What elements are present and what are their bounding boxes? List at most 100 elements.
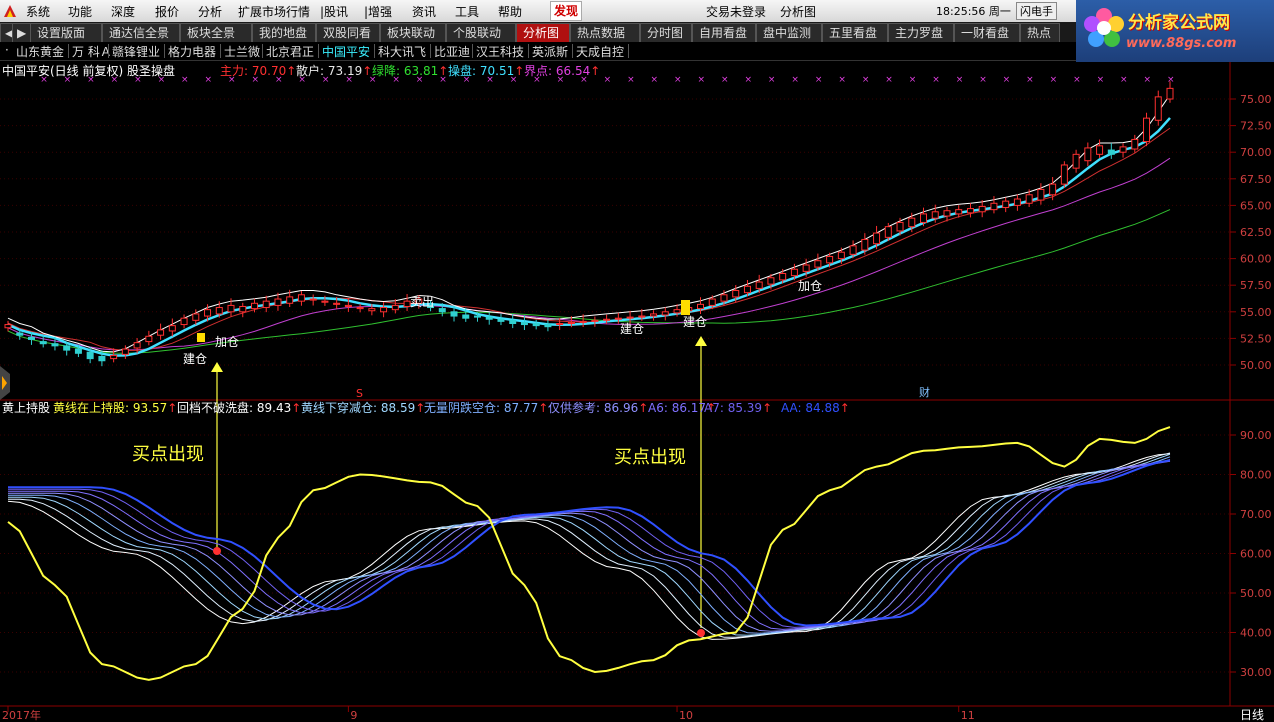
candle[interactable] xyxy=(1060,161,1068,188)
x-tick-label: 10 xyxy=(679,709,693,722)
tab-next-button[interactable]: ▶ xyxy=(12,23,32,42)
trade-status[interactable]: 交易未登录 xyxy=(706,3,766,20)
signal-x-mark: × xyxy=(1003,75,1011,85)
app-logo-icon xyxy=(4,5,16,17)
buy-label-1: 买点出现 xyxy=(132,444,204,465)
tab-14[interactable]: 一财看盘 xyxy=(954,23,1020,42)
y-tick-label: 60.00 xyxy=(1240,253,1272,266)
main-price-panel[interactable] xyxy=(0,62,1230,400)
y-tick-label: 40.00 xyxy=(1240,627,1272,640)
label-jiancang-3: 建仓 xyxy=(683,315,707,329)
menu-enhance[interactable]: |增强 xyxy=(364,3,392,20)
stock-4[interactable]: 士兰微 xyxy=(224,43,260,60)
sub-indicator-7: AA: 84.88↑ xyxy=(781,401,850,415)
candle[interactable] xyxy=(1143,112,1151,147)
layout-tab-bar: ◀ ▶ 设置版面 通达信全景 板块全景 我的地盘 双股同看 板块联动 个股联动 分析图 热点数据… xyxy=(0,22,1076,43)
y-tick-label: 67.50 xyxy=(1240,173,1272,186)
menu-quote[interactable]: 报价 xyxy=(155,3,179,20)
tab-4[interactable]: 双股同看 xyxy=(316,23,380,42)
period-label[interactable]: 日线 xyxy=(1240,708,1264,722)
main-indicator-2: 绿降: 63.81↑ xyxy=(372,63,448,78)
analysis-chart[interactable]: × × × × × × × × × × × × × × × × × × × × × × × × × × × × × × × × × × × × × × × ×… xyxy=(0,0,1274,722)
brand-name: 分析家公式网 xyxy=(1128,13,1230,33)
signal-x-mark: × xyxy=(791,75,799,85)
tab-3[interactable]: 我的地盘 xyxy=(252,23,316,42)
menu-extended-market[interactable]: 扩展市场行情 xyxy=(238,3,310,20)
y-tick-label: 70.00 xyxy=(1240,146,1272,159)
stock-separator xyxy=(220,44,221,58)
buy-point-dot-2[interactable] xyxy=(697,629,705,637)
stock-separator xyxy=(164,44,165,58)
stock-3[interactable]: 格力电器 xyxy=(168,43,216,60)
sub-panel-title: 黄上持股 xyxy=(2,400,50,415)
buy-point-dot-1[interactable] xyxy=(213,547,221,555)
menu-tools[interactable]: 工具 xyxy=(455,3,479,20)
x-tick-label: 2017年 xyxy=(2,708,41,722)
y-tick-label: 75.00 xyxy=(1240,93,1272,106)
menu-stock-news[interactable]: |股讯 xyxy=(320,3,348,20)
signal-x-mark: × xyxy=(181,75,189,85)
signal-x-mark: × xyxy=(1050,75,1058,85)
stock-9[interactable]: 汉王科技 xyxy=(476,43,524,60)
main-indicator-4: 界点: 66.54↑ xyxy=(524,64,600,78)
view-name: 分析图 xyxy=(780,5,817,19)
main-indicator-3: 操盘: 70.51↑ xyxy=(448,63,524,78)
signal-x-mark: × xyxy=(651,75,659,85)
signal-x-mark: × xyxy=(1167,75,1175,85)
menu-function[interactable]: 功能 xyxy=(68,3,92,20)
menu-system[interactable]: 系统 xyxy=(26,3,50,20)
stock-5[interactable]: 北京君正 xyxy=(266,43,314,60)
stock-1[interactable]: 万 科Ａ xyxy=(72,43,112,60)
stock-0[interactable]: 山东黄金 xyxy=(16,43,64,60)
signal-x-mark: × xyxy=(956,75,964,85)
tab-15[interactable]: 热点 xyxy=(1020,23,1060,42)
flash-trade-button[interactable]: 闪电手 xyxy=(1016,2,1057,20)
tab-5[interactable]: 板块联动 xyxy=(380,23,446,42)
tab-10[interactable]: 自用看盘 xyxy=(692,23,756,42)
stock-separator xyxy=(318,44,319,58)
signal-x-mark: × xyxy=(604,75,612,85)
signal-square-2 xyxy=(681,300,690,315)
y-tick-label: 90.00 xyxy=(1240,429,1272,442)
stock-separator xyxy=(374,44,375,58)
y-tick-label: 60.00 xyxy=(1240,548,1272,561)
stock-11[interactable]: 天成自控 xyxy=(576,43,624,60)
tab-12[interactable]: 五里看盘 xyxy=(822,23,888,42)
tab-1[interactable]: 通达信全景 xyxy=(102,23,180,42)
signal-x-mark: × xyxy=(979,75,987,85)
signal-x-mark: × xyxy=(909,75,917,85)
tab-6[interactable]: 个股联动 xyxy=(446,23,516,42)
menu-analysis[interactable]: 分析 xyxy=(198,3,222,20)
menu-depth[interactable]: 深度 xyxy=(111,3,135,20)
stock-2[interactable]: 赣锋锂业 xyxy=(112,43,160,60)
stock-10[interactable]: 英派斯 xyxy=(532,43,568,60)
tab-0[interactable]: 设置版面 xyxy=(30,23,102,42)
menu-discover[interactable]: 发现 xyxy=(550,1,583,21)
stock-8[interactable]: 比亚迪 xyxy=(434,43,470,60)
x-tick-label: 9 xyxy=(350,709,357,722)
signal-x-mark: × xyxy=(768,75,776,85)
tab-7[interactable]: 分析图 xyxy=(516,23,570,42)
main-indicator-legend: 主力: 70.70↑ 散户: 73.19↑ 绿降: 63.81↑ 操盘: 70.51↑… xyxy=(220,63,600,78)
stock-7[interactable]: 科大讯飞 xyxy=(378,43,426,60)
main-indicator-0: 主力: 70.70↑ xyxy=(220,64,296,78)
tab-2[interactable]: 板块全景 xyxy=(180,23,252,42)
y-tick-label: 55.00 xyxy=(1240,306,1272,319)
label-jiacang-2: 加仓 xyxy=(798,279,822,293)
menu-info[interactable]: 资讯 xyxy=(412,3,436,20)
y-tick-label: 70.00 xyxy=(1240,508,1272,521)
menu-help[interactable]: 帮助 xyxy=(498,3,522,20)
x-tick-label: 11 xyxy=(961,709,975,722)
tab-9[interactable]: 分时图 xyxy=(640,23,692,42)
label-cai-marker: 财 xyxy=(919,385,930,399)
signal-x-mark: × xyxy=(1026,75,1034,85)
tab-11[interactable]: 盘中监测 xyxy=(756,23,822,42)
tab-8[interactable]: 热点数据 xyxy=(570,23,640,42)
stock-6[interactable]: 中国平安 xyxy=(322,43,370,60)
stock-separator xyxy=(572,44,573,58)
tab-13[interactable]: 主力罗盘 xyxy=(888,23,954,42)
y-tick-label: 50.00 xyxy=(1240,359,1272,372)
signal-x-mark: × xyxy=(862,75,870,85)
brand-url[interactable]: www.88gs.com xyxy=(1126,36,1236,51)
signal-x-mark: × xyxy=(205,75,213,85)
